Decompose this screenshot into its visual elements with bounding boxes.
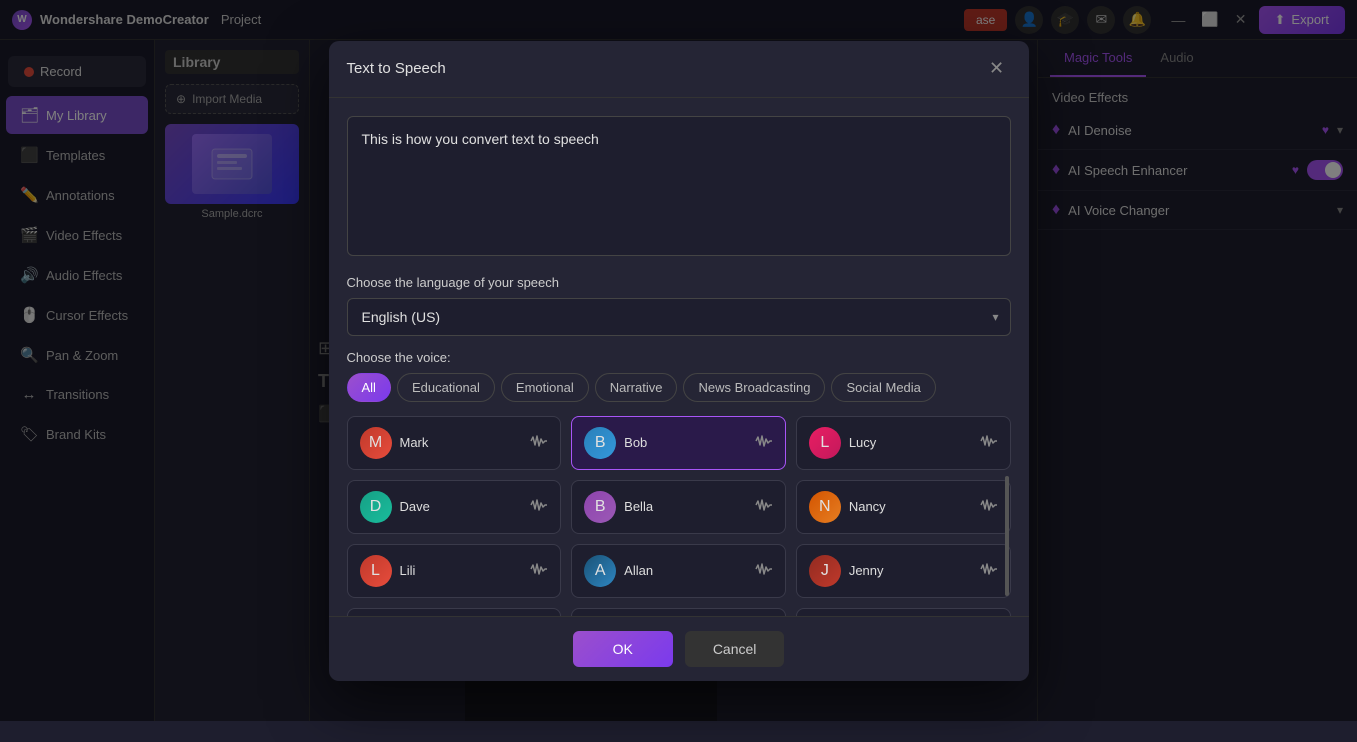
voice-card-nancy[interactable]: N Nancy <box>796 480 1011 534</box>
voice-name-nancy: Nancy <box>849 499 972 514</box>
voice-wave-icon-lucy[interactable] <box>980 434 998 451</box>
modal-overlay: Text to Speech ✕ This is how you convert… <box>0 0 1357 721</box>
modal-close-button[interactable]: ✕ <box>983 55 1011 83</box>
voice-avatar-mark: M <box>360 427 392 459</box>
voice-avatar-lili: L <box>360 555 392 587</box>
voice-avatar-jenny: J <box>809 555 841 587</box>
voice-card-lucy[interactable]: L Lucy <box>796 416 1011 470</box>
voice-label: Choose the voice: <box>347 350 1011 365</box>
voice-avatar-bob: B <box>584 427 616 459</box>
voice-wave-icon-mark[interactable] <box>530 434 548 451</box>
voice-tabs: All Educational Emotional Narrative News… <box>347 373 1011 402</box>
voice-wave-icon-bob[interactable] <box>755 434 773 451</box>
voice-tab-social-media[interactable]: Social Media <box>831 373 935 402</box>
language-select[interactable]: English (US) <box>347 298 1011 336</box>
voice-wave-icon-nancy[interactable] <box>980 498 998 515</box>
voice-wave-icon-lili[interactable] <box>530 562 548 579</box>
voice-name-lucy: Lucy <box>849 435 972 450</box>
voice-card-allan[interactable]: A Allan <box>571 544 786 598</box>
modal-footer: OK Cancel <box>329 616 1029 681</box>
cancel-button[interactable]: Cancel <box>685 631 785 667</box>
voice-grid: M Mark B Bob L Lucy D Dave B Bella N Nancy L Lili A All… <box>347 416 1011 616</box>
voice-card-bella[interactable]: B Bella <box>571 480 786 534</box>
voice-tab-all[interactable]: All <box>347 373 391 402</box>
scrollbar-thumb[interactable] <box>1005 476 1009 596</box>
voice-card-ryan-kurk[interactable]: RRyan Kurk <box>796 608 1011 616</box>
voice-card-jason[interactable]: JJason <box>347 608 562 616</box>
voice-card-jenny[interactable]: J Jenny <box>796 544 1011 598</box>
voice-tab-educational[interactable]: Educational <box>397 373 495 402</box>
modal-body: This is how you convert text to speech C… <box>329 98 1029 616</box>
voice-avatar-dave: D <box>360 491 392 523</box>
voice-wave-icon-jenny[interactable] <box>980 562 998 579</box>
voice-name-bella: Bella <box>624 499 747 514</box>
voice-card-lili[interactable]: L Lili <box>347 544 562 598</box>
voice-card-mark[interactable]: M Mark <box>347 416 562 470</box>
voice-avatar-lucy: L <box>809 427 841 459</box>
voice-name-allan: Allan <box>624 563 747 578</box>
modal-header: Text to Speech ✕ <box>329 41 1029 98</box>
voice-tab-narrative[interactable]: Narrative <box>595 373 678 402</box>
voice-card-dave[interactable]: D Dave <box>347 480 562 534</box>
language-select-wrapper: English (US) ▾ <box>347 298 1011 336</box>
ok-button[interactable]: OK <box>573 631 673 667</box>
voice-card-alex[interactable]: AAlex <box>571 608 786 616</box>
voice-tab-emotional[interactable]: Emotional <box>501 373 589 402</box>
voice-name-bob: Bob <box>624 435 747 450</box>
language-label: Choose the language of your speech <box>347 275 1011 290</box>
voice-avatar-bella: B <box>584 491 616 523</box>
voice-tab-news-broadcasting[interactable]: News Broadcasting <box>683 373 825 402</box>
voice-avatar-nancy: N <box>809 491 841 523</box>
voice-name-mark: Mark <box>400 435 523 450</box>
voice-name-jenny: Jenny <box>849 563 972 578</box>
voice-name-lili: Lili <box>400 563 523 578</box>
tts-modal: Text to Speech ✕ This is how you convert… <box>329 41 1029 681</box>
voice-wave-icon-allan[interactable] <box>755 562 773 579</box>
voice-name-dave: Dave <box>400 499 523 514</box>
voice-avatar-allan: A <box>584 555 616 587</box>
voice-wave-icon-dave[interactable] <box>530 498 548 515</box>
voice-wave-icon-bella[interactable] <box>755 498 773 515</box>
voice-card-bob[interactable]: B Bob <box>571 416 786 470</box>
modal-title: Text to Speech <box>347 60 446 77</box>
tts-text-input[interactable]: This is how you convert text to speech <box>347 116 1011 256</box>
